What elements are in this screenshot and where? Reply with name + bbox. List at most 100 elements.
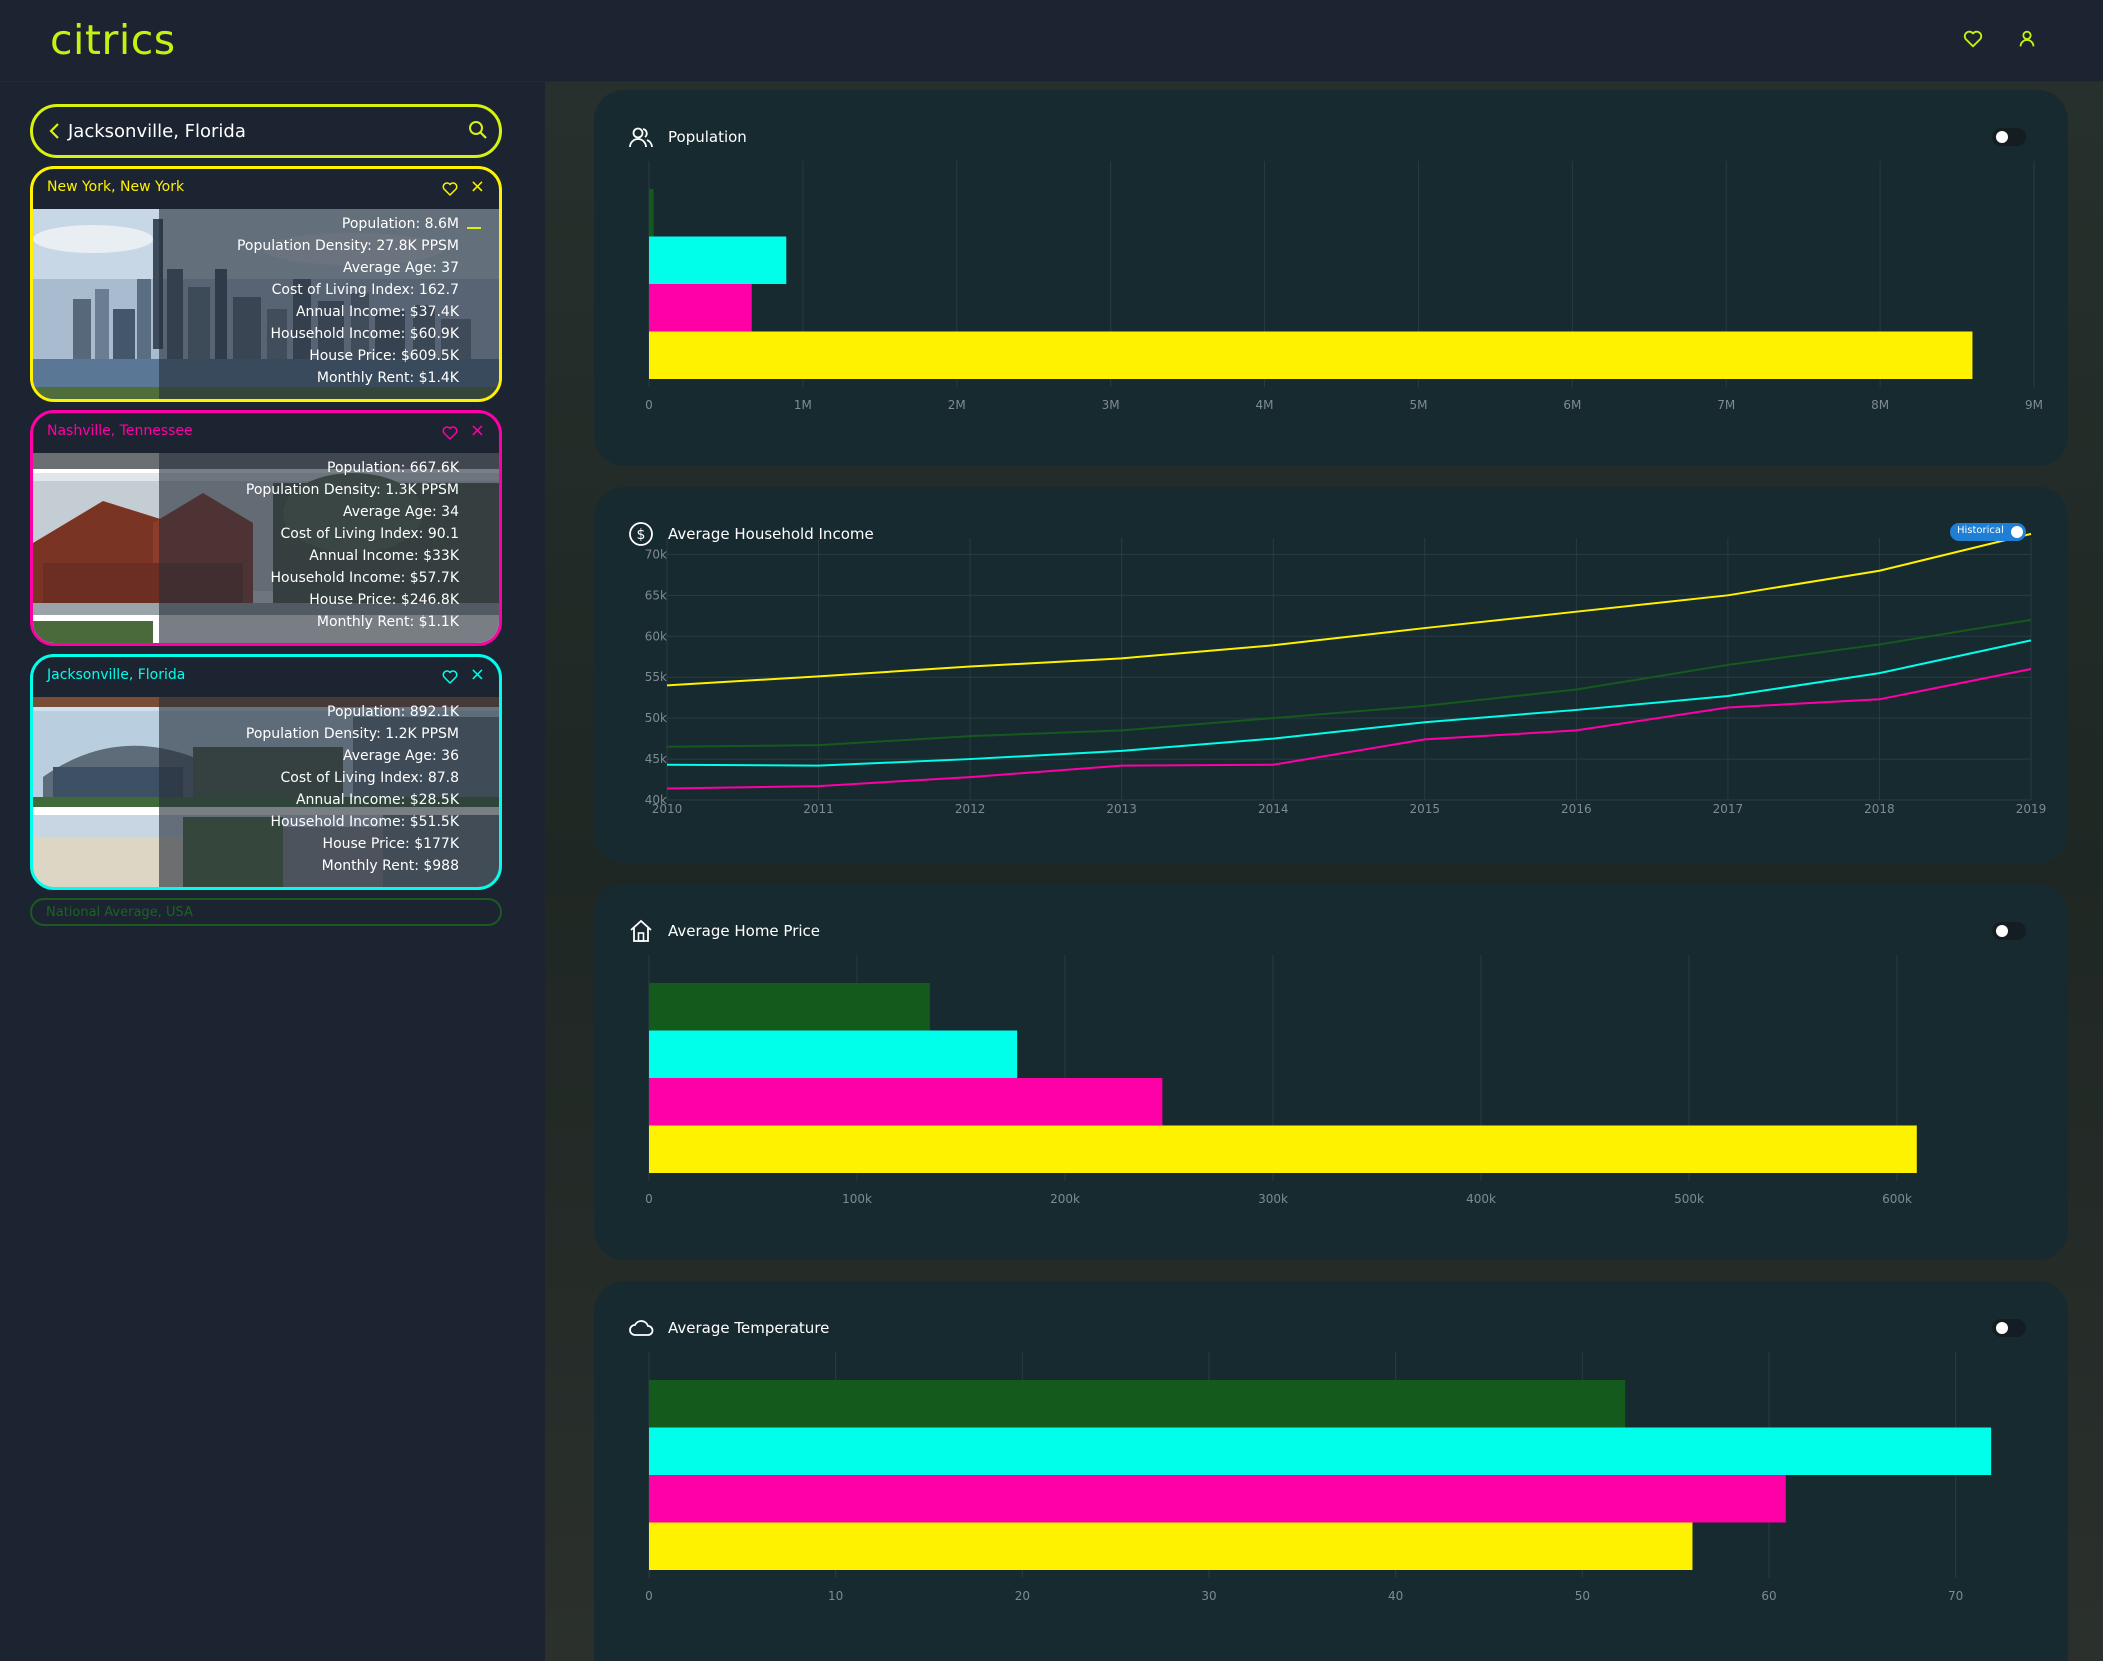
historical-toggle-label: Historical <box>1957 525 2004 536</box>
x-tick-label: 2M <box>948 398 966 412</box>
household-income-panel: 40k 45k 50k 55k 60k 65k 70k 2010 2011 2012 2013 201… <box>594 487 2068 863</box>
panel-title: Average Household Income <box>668 525 874 543</box>
x-tick-label: 2015 <box>1410 802 1441 816</box>
stat-density: Population Density: 1.2K PPSM <box>245 726 459 742</box>
historical-toggle[interactable] <box>1992 922 2026 940</box>
bar <box>649 189 654 237</box>
x-tick-label: 0 <box>645 398 653 412</box>
stat-annual-income: Annual Income: $28.5K <box>295 792 459 808</box>
stat-household-income: Household Income: $57.7K <box>270 570 459 586</box>
panel-title: Average Temperature <box>668 1319 830 1337</box>
stat-cost-of-living: Cost of Living Index: 90.1 <box>280 526 459 542</box>
y-tick-label: 65k <box>645 588 667 602</box>
city-card-new-york[interactable]: New York, New York × Population: 8.6M Po… <box>30 166 502 402</box>
bar <box>649 1030 1018 1078</box>
historical-toggle[interactable] <box>1992 1319 2026 1337</box>
x-tick-label: 30 <box>1201 1589 1216 1603</box>
city-stats: Population: 8.6M Population Density: 27.… <box>237 213 459 389</box>
city-name: New York, New York <box>47 179 185 195</box>
dollar-icon: $ <box>628 521 654 547</box>
historical-toggle[interactable]: Historical <box>1950 523 2026 541</box>
temperature-chart: 0 10 20 30 40 50 60 70 <box>645 1352 1992 1603</box>
x-tick-label: 100k <box>842 1192 872 1206</box>
y-tick-label: 70k <box>645 547 667 561</box>
city-search-bar[interactable]: Jacksonville, Florida <box>30 104 502 158</box>
favorite-heart-icon[interactable] <box>441 424 459 442</box>
bar <box>649 1125 1917 1173</box>
city-card-jacksonville[interactable]: Jacksonville, Florida × Population: 892.… <box>30 654 502 890</box>
stat-age: Average Age: 34 <box>343 504 459 520</box>
x-tick-label: 400k <box>1466 1192 1496 1206</box>
x-tick-label: 2016 <box>1561 802 1592 816</box>
bar <box>649 1380 1626 1428</box>
chevron-left-icon[interactable] <box>45 120 65 142</box>
y-tick-label: 45k <box>645 752 667 766</box>
national-average-pill[interactable]: National Average, USA <box>30 898 502 926</box>
heart-icon[interactable] <box>1962 28 1984 50</box>
y-tick-label: 60k <box>645 629 667 643</box>
x-tick-label: 2011 <box>803 802 834 816</box>
stat-house-price: House Price: $246.8K <box>309 592 459 608</box>
population-panel: 0 1M 2M 3M 4M 5M 6M 7M 8M 9M Population <box>594 90 2068 466</box>
user-icon[interactable] <box>2016 28 2038 50</box>
x-tick-label: 50 <box>1575 1589 1590 1603</box>
national-average-label: National Average, USA <box>46 905 193 920</box>
stat-age: Average Age: 36 <box>343 748 459 764</box>
collapse-dash-icon[interactable] <box>467 227 481 229</box>
search-input[interactable]: Jacksonville, Florida <box>68 121 246 142</box>
city-stats: Population: 892.1K Population Density: 1… <box>246 701 459 877</box>
stat-population: Population: 8.6M <box>341 216 459 232</box>
household-income-chart: 40k45k50k55k60k65k70k2010 2011 2012 2013 201… <box>645 532 2047 816</box>
stat-household-income: Household Income: $60.9K <box>270 326 459 342</box>
x-tick-label: 9M <box>2025 398 2043 412</box>
home-price-panel: 0 100k 200k 300k 400k 500k 600k Average Home P… <box>594 884 2068 1260</box>
x-tick-label: 5M <box>1409 398 1427 412</box>
x-tick-label: 300k <box>1258 1192 1288 1206</box>
city-card-nashville[interactable]: Nashville, Tennessee × Population: 667.6… <box>30 410 502 646</box>
y-tick-label: 50k <box>645 711 667 725</box>
stat-house-price: House Price: $609.5K <box>309 348 459 364</box>
y-tick-label: 55k <box>645 670 667 684</box>
remove-city-close-icon[interactable]: × <box>470 178 485 196</box>
stat-density: Population Density: 1.3K PPSM <box>245 482 459 498</box>
x-tick-label: 7M <box>1717 398 1735 412</box>
search-icon[interactable] <box>467 119 489 141</box>
x-tick-label: 40 <box>1388 1589 1403 1603</box>
stat-monthly-rent: Monthly Rent: $1.1K <box>316 614 459 630</box>
x-tick-label: 60 <box>1761 1589 1776 1603</box>
series-line <box>666 618 2032 748</box>
stat-age: Average Age: 37 <box>343 260 459 276</box>
bar <box>649 1522 1693 1570</box>
city-name: Nashville, Tennessee <box>47 423 193 439</box>
stat-cost-of-living: Cost of Living Index: 162.7 <box>271 282 459 298</box>
x-tick-label: 20 <box>1015 1589 1030 1603</box>
x-tick-label: 70 <box>1948 1589 1963 1603</box>
x-tick-label: 2014 <box>1258 802 1289 816</box>
remove-city-close-icon[interactable]: × <box>470 666 485 684</box>
x-tick-label: 6M <box>1563 398 1581 412</box>
x-tick-label: 500k <box>1674 1192 1704 1206</box>
x-tick-label: 200k <box>1050 1192 1080 1206</box>
stat-monthly-rent: Monthly Rent: $988 <box>321 858 459 874</box>
x-tick-label: 2019 <box>2016 802 2047 816</box>
x-tick-label: 3M <box>1102 398 1120 412</box>
stat-annual-income: Annual Income: $33K <box>309 548 459 564</box>
bar <box>649 1427 1992 1475</box>
bar <box>649 236 787 284</box>
stat-annual-income: Annual Income: $37.4K <box>295 304 459 320</box>
bar <box>649 983 930 1031</box>
city-stats: Population: 667.6K Population Density: 1… <box>246 457 459 633</box>
bar <box>649 284 752 332</box>
app-logo[interactable]: citrics <box>50 16 176 64</box>
x-tick-label: 2012 <box>955 802 986 816</box>
x-tick-label: 600k <box>1882 1192 1912 1206</box>
favorite-heart-icon[interactable] <box>441 180 459 198</box>
x-tick-label: 10 <box>828 1589 843 1603</box>
panel-title: Average Home Price <box>668 922 821 940</box>
favorite-heart-icon[interactable] <box>441 668 459 686</box>
x-tick-label: 0 <box>645 1192 653 1206</box>
home-icon <box>628 918 654 944</box>
remove-city-close-icon[interactable]: × <box>470 422 485 440</box>
svg-text:$: $ <box>637 527 646 543</box>
historical-toggle[interactable] <box>1992 128 2026 146</box>
